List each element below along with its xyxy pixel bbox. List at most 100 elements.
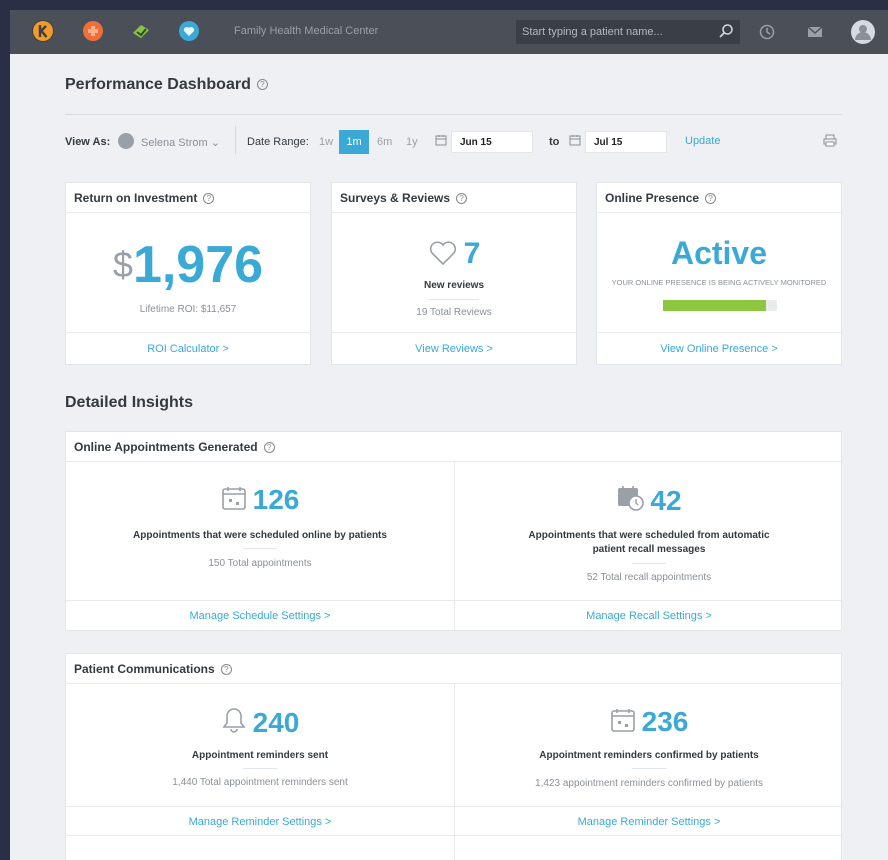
heart-shield-icon[interactable] (178, 20, 200, 42)
view-reviews-link[interactable]: View Reviews > (332, 332, 576, 364)
scheduled-online-stat: 126 (66, 484, 454, 516)
range-1y-button[interactable]: 1y (406, 136, 418, 148)
patient-search-input[interactable] (522, 24, 712, 40)
new-reviews-label: New reviews (423, 280, 485, 291)
reminders-sent-label: Appointment reminders sent (191, 750, 329, 761)
communications-card-title: Patient Communications (74, 662, 215, 676)
surveys-card: Surveys & Reviews? 7 New reviews 19 Tota… (331, 182, 577, 365)
manage-schedule-settings-link[interactable]: Manage Schedule Settings > (66, 610, 454, 622)
communications-footer: Manage Reminder Settings > Manage Remind… (66, 806, 841, 836)
communications-card-header: Patient Communications? (66, 654, 841, 684)
help-icon[interactable]: ? (203, 193, 215, 205)
help-icon[interactable]: ? (256, 79, 268, 91)
calendar-icon (610, 707, 636, 738)
range-1w-button[interactable]: 1w (319, 136, 333, 148)
total-reminders-sent: 1,440 Total appointment reminders sent (172, 777, 348, 788)
total-reminders-confirmed: 1,423 appointment reminders confirmed by… (535, 778, 763, 789)
view-online-presence-link[interactable]: View Online Presence > (597, 332, 841, 364)
recall-column: 42 Appointments that were scheduled from… (455, 462, 843, 600)
date-range-label: Date Range: (247, 136, 309, 148)
user-select-name: Selena Strom (141, 137, 208, 149)
presence-progress-track (663, 300, 777, 311)
calendar-icon[interactable] (569, 134, 581, 149)
roi-currency: $ (112, 244, 133, 285)
manage-reminder-settings-link-2[interactable]: Manage Reminder Settings > (455, 816, 843, 828)
reminders-sent-stat: 240 (66, 706, 454, 739)
roi-lifetime: Lifetime ROI: $11,657 (139, 304, 237, 315)
stat-rule (632, 563, 666, 564)
stat-rule (429, 299, 479, 300)
top-bar: Family Health Medical Center (10, 10, 888, 54)
scheduled-online-count: 126 (252, 484, 300, 515)
recall-count: 42 (650, 484, 682, 516)
scheduled-online-label: Appointments that were scheduled online … (133, 530, 387, 541)
appointments-footer: Manage Schedule Settings > Manage Recall… (66, 600, 841, 630)
manage-reminder-settings-link[interactable]: Manage Reminder Settings > (66, 816, 454, 828)
mail-icon[interactable] (804, 21, 826, 43)
bandage-icon[interactable] (82, 20, 104, 42)
app-title: Family Health Medical Center (234, 25, 379, 37)
search-icon[interactable] (718, 23, 734, 44)
help-icon[interactable]: ? (705, 193, 717, 205)
to-label: to (549, 136, 560, 148)
recall-label-line-2: patient recall messages (592, 544, 706, 555)
roi-card-title: Return on Investment (74, 191, 198, 205)
title-divider (65, 114, 842, 115)
stat-rule (632, 768, 666, 769)
stat-rule (243, 768, 277, 769)
reminders-confirmed-count: 236 (641, 706, 689, 737)
patient-communications-card: Patient Communications? 240 Appointment … (65, 653, 842, 860)
roi-card-header: Return on Investment? (66, 183, 310, 213)
total-reviews: 19 Total Reviews (416, 307, 492, 318)
online-appointments-card: Online Appointments Generated? 126 Appoi… (65, 431, 842, 631)
help-icon[interactable]: ? (220, 664, 232, 676)
reminders-sent-count: 240 (252, 706, 300, 738)
new-reviews-count: 7 (463, 237, 481, 270)
range-6m-button[interactable]: 6m (377, 136, 392, 148)
roi-amount: 1,976 (132, 236, 264, 294)
manage-recall-settings-link[interactable]: Manage Recall Settings > (455, 610, 843, 622)
recall-stat: 42 (455, 484, 843, 517)
printer-icon[interactable] (823, 134, 837, 150)
presence-status: Active (670, 235, 768, 271)
page-title-text: Performance Dashboard (65, 76, 251, 93)
presence-card-title: Online Presence (605, 191, 700, 205)
roi-value: $1,976 (66, 235, 310, 295)
calendar-icon[interactable] (435, 134, 447, 149)
view-as-label: View As: (65, 136, 111, 148)
user-avatar-small (118, 133, 134, 149)
detailed-insights-title: Detailed Insights (65, 394, 194, 411)
to-date-input[interactable]: Jul 15 (585, 131, 667, 153)
stat-rule (243, 548, 277, 549)
range-1m-button[interactable]: 1m (339, 130, 369, 154)
recall-label-line-1: Appointments that were scheduled from au… (528, 530, 770, 541)
help-icon[interactable]: ? (456, 193, 468, 205)
presence-card-header: Online Presence? (597, 183, 841, 213)
help-icon[interactable]: ? (263, 442, 275, 454)
page-title: Performance Dashboard? (65, 76, 268, 94)
reminders-confirmed-stat: 236 (455, 706, 843, 738)
bell-icon (221, 706, 247, 739)
surveys-value: 7 (332, 237, 576, 271)
surveys-card-header: Surveys & Reviews? (332, 183, 576, 213)
surveys-card-title: Surveys & Reviews (340, 191, 451, 205)
roi-card: Return on Investment? $1,976 Lifetime RO… (65, 182, 311, 365)
user-avatar-icon[interactable] (850, 19, 876, 45)
total-appointments: 150 Total appointments (208, 558, 312, 569)
update-button[interactable]: Update (685, 135, 720, 147)
user-select[interactable]: Selena Strom ⌄ (141, 136, 220, 149)
dashboard-page: Performance Dashboard? View As: Selena S… (10, 54, 888, 860)
presence-caption: YOUR ONLINE PRESENCE IS BEING ACTIVELY M… (611, 278, 827, 287)
calendar-clock-icon (616, 484, 645, 517)
k-logo-icon[interactable] (32, 20, 54, 42)
from-date-input[interactable]: Jun 15 (451, 131, 533, 153)
filter-divider (235, 126, 236, 154)
roi-calculator-link[interactable]: ROI Calculator > (66, 332, 310, 364)
dollar-icon[interactable] (130, 20, 152, 42)
total-recall-appointments: 52 Total recall appointments (586, 572, 712, 583)
patient-search-box[interactable] (516, 20, 740, 44)
online-presence-card: Online Presence? Active YOUR ONLINE PRES… (596, 182, 842, 365)
history-icon[interactable] (756, 21, 778, 43)
calendar-icon (221, 485, 247, 516)
heart-icon (428, 238, 458, 271)
